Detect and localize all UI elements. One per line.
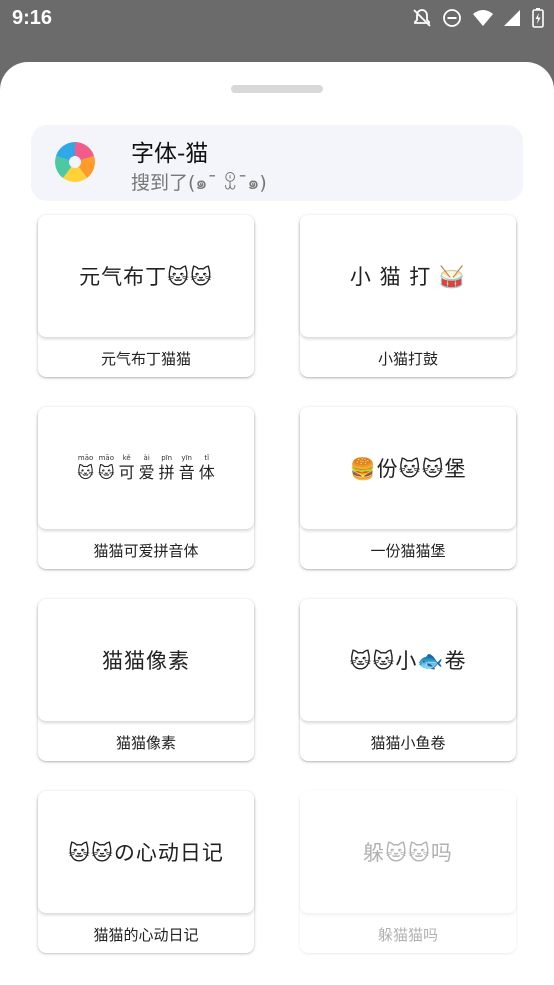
font-preview: 小 猫 打 🥁 xyxy=(300,215,516,337)
font-name: 猫猫小鱼卷 xyxy=(370,733,446,752)
pinyin-text: māo xyxy=(98,453,114,462)
font-name: 小猫打鼓 xyxy=(377,349,438,368)
notifications-off-icon xyxy=(412,8,432,28)
font-name: 猫猫像素 xyxy=(115,733,176,752)
pinyin-text: māo xyxy=(77,453,94,462)
wifi-icon xyxy=(472,8,493,28)
font-card[interactable]: 元气布丁🐱🐱 元气布丁猫猫 xyxy=(38,215,254,377)
signal-icon xyxy=(502,8,522,28)
font-preview: 🍔份🐱🐱堡 xyxy=(300,407,516,529)
hanzi-text: 体 xyxy=(198,462,215,482)
font-card[interactable]: 🐱🐱の心动日记 猫猫的心动日记 xyxy=(38,791,254,953)
status-bar: 9:16 xyxy=(0,0,554,38)
font-preview: 🐱🐱小🐟卷 xyxy=(300,599,516,721)
font-card[interactable]: 🍔份🐱🐱堡 一份猫猫堡 xyxy=(300,407,516,569)
font-name: 元气布丁猫猫 xyxy=(100,349,191,368)
battery-icon xyxy=(532,8,544,28)
pinyin-text: ài xyxy=(143,453,150,462)
font-preview-text: 猫猫像素 xyxy=(102,649,190,673)
font-name: 躲猫猫吗 xyxy=(377,925,438,944)
pinyin-syllable: māo 🐱 xyxy=(98,454,115,483)
font-card[interactable]: māo 🐱 māo 🐱 kě 可 ài 爱 pīn 拼 yīn 音 tǐ 体 猫猫可爱拼音体 xyxy=(38,407,254,569)
font-preview: 猫猫像素 xyxy=(38,599,254,721)
font-grid: 元气布丁🐱🐱 元气布丁猫猫 小 猫 打 🥁 小猫打鼓 māo 🐱 māo 🐱 kě 可… xyxy=(0,62,554,985)
pinyin-syllable: māo 🐱 xyxy=(77,454,94,483)
font-preview-text: 🐱🐱の心动日记 xyxy=(68,841,224,865)
hanzi-text: 音 xyxy=(178,462,195,482)
pinyin-preview: māo 🐱 māo 🐱 kě 可 ài 爱 pīn 拼 yīn 音 tǐ 体 xyxy=(77,454,214,483)
hanzi-text: 爱 xyxy=(138,462,155,482)
font-preview-text: 🐱🐱小🐟卷 xyxy=(349,649,467,673)
do-not-disturb-icon xyxy=(442,8,462,28)
bottom-sheet: 字体-猫 搜到了(๑¯ ꀾ¯๑) 元气布丁🐱🐱 元气布丁猫猫 小 猫 打 🥁 小… xyxy=(0,62,554,985)
pinyin-syllable: tǐ 体 xyxy=(199,454,215,483)
font-preview-text: 躲🐱🐱吗 xyxy=(363,841,453,865)
hanzi-text: 🐱 xyxy=(97,462,115,482)
pinyin-text: kě xyxy=(122,453,131,462)
font-preview: 躲🐱🐱吗 xyxy=(300,791,516,913)
pinyin-text: tǐ xyxy=(204,453,210,462)
font-preview-text: 🍔份🐱🐱堡 xyxy=(349,457,467,481)
pinyin-text: pīn xyxy=(161,453,173,462)
status-icons xyxy=(412,8,544,28)
font-name: 一份猫猫堡 xyxy=(370,541,446,560)
font-preview-text: 小 猫 打 🥁 xyxy=(349,265,467,289)
hanzi-text: 可 xyxy=(118,462,135,482)
pinyin-syllable: ài 爱 xyxy=(139,454,155,483)
font-name: 猫猫可爱拼音体 xyxy=(93,541,199,560)
font-name: 猫猫的心动日记 xyxy=(93,925,199,944)
pinyin-syllable: yīn 音 xyxy=(179,454,195,483)
pinyin-syllable: kě 可 xyxy=(119,454,135,483)
status-time: 9:16 xyxy=(12,7,53,29)
font-card[interactable]: 猫猫像素 猫猫像素 xyxy=(38,599,254,761)
font-card[interactable]: 🐱🐱小🐟卷 猫猫小鱼卷 xyxy=(300,599,516,761)
pinyin-text: yīn xyxy=(181,453,192,462)
font-card[interactable]: 小 猫 打 🥁 小猫打鼓 xyxy=(300,215,516,377)
font-preview-text: 元气布丁🐱🐱 xyxy=(79,265,213,289)
font-card[interactable]: 躲🐱🐱吗 躲猫猫吗 xyxy=(300,791,516,953)
hanzi-text: 拼 xyxy=(158,462,175,482)
font-preview: 元气布丁🐱🐱 xyxy=(38,215,254,337)
pinyin-syllable: pīn 拼 xyxy=(159,454,175,483)
font-preview: māo 🐱 māo 🐱 kě 可 ài 爱 pīn 拼 yīn 音 tǐ 体 xyxy=(38,407,254,529)
font-preview: 🐱🐱の心动日记 xyxy=(38,791,254,913)
hanzi-text: 🐱 xyxy=(77,462,94,482)
